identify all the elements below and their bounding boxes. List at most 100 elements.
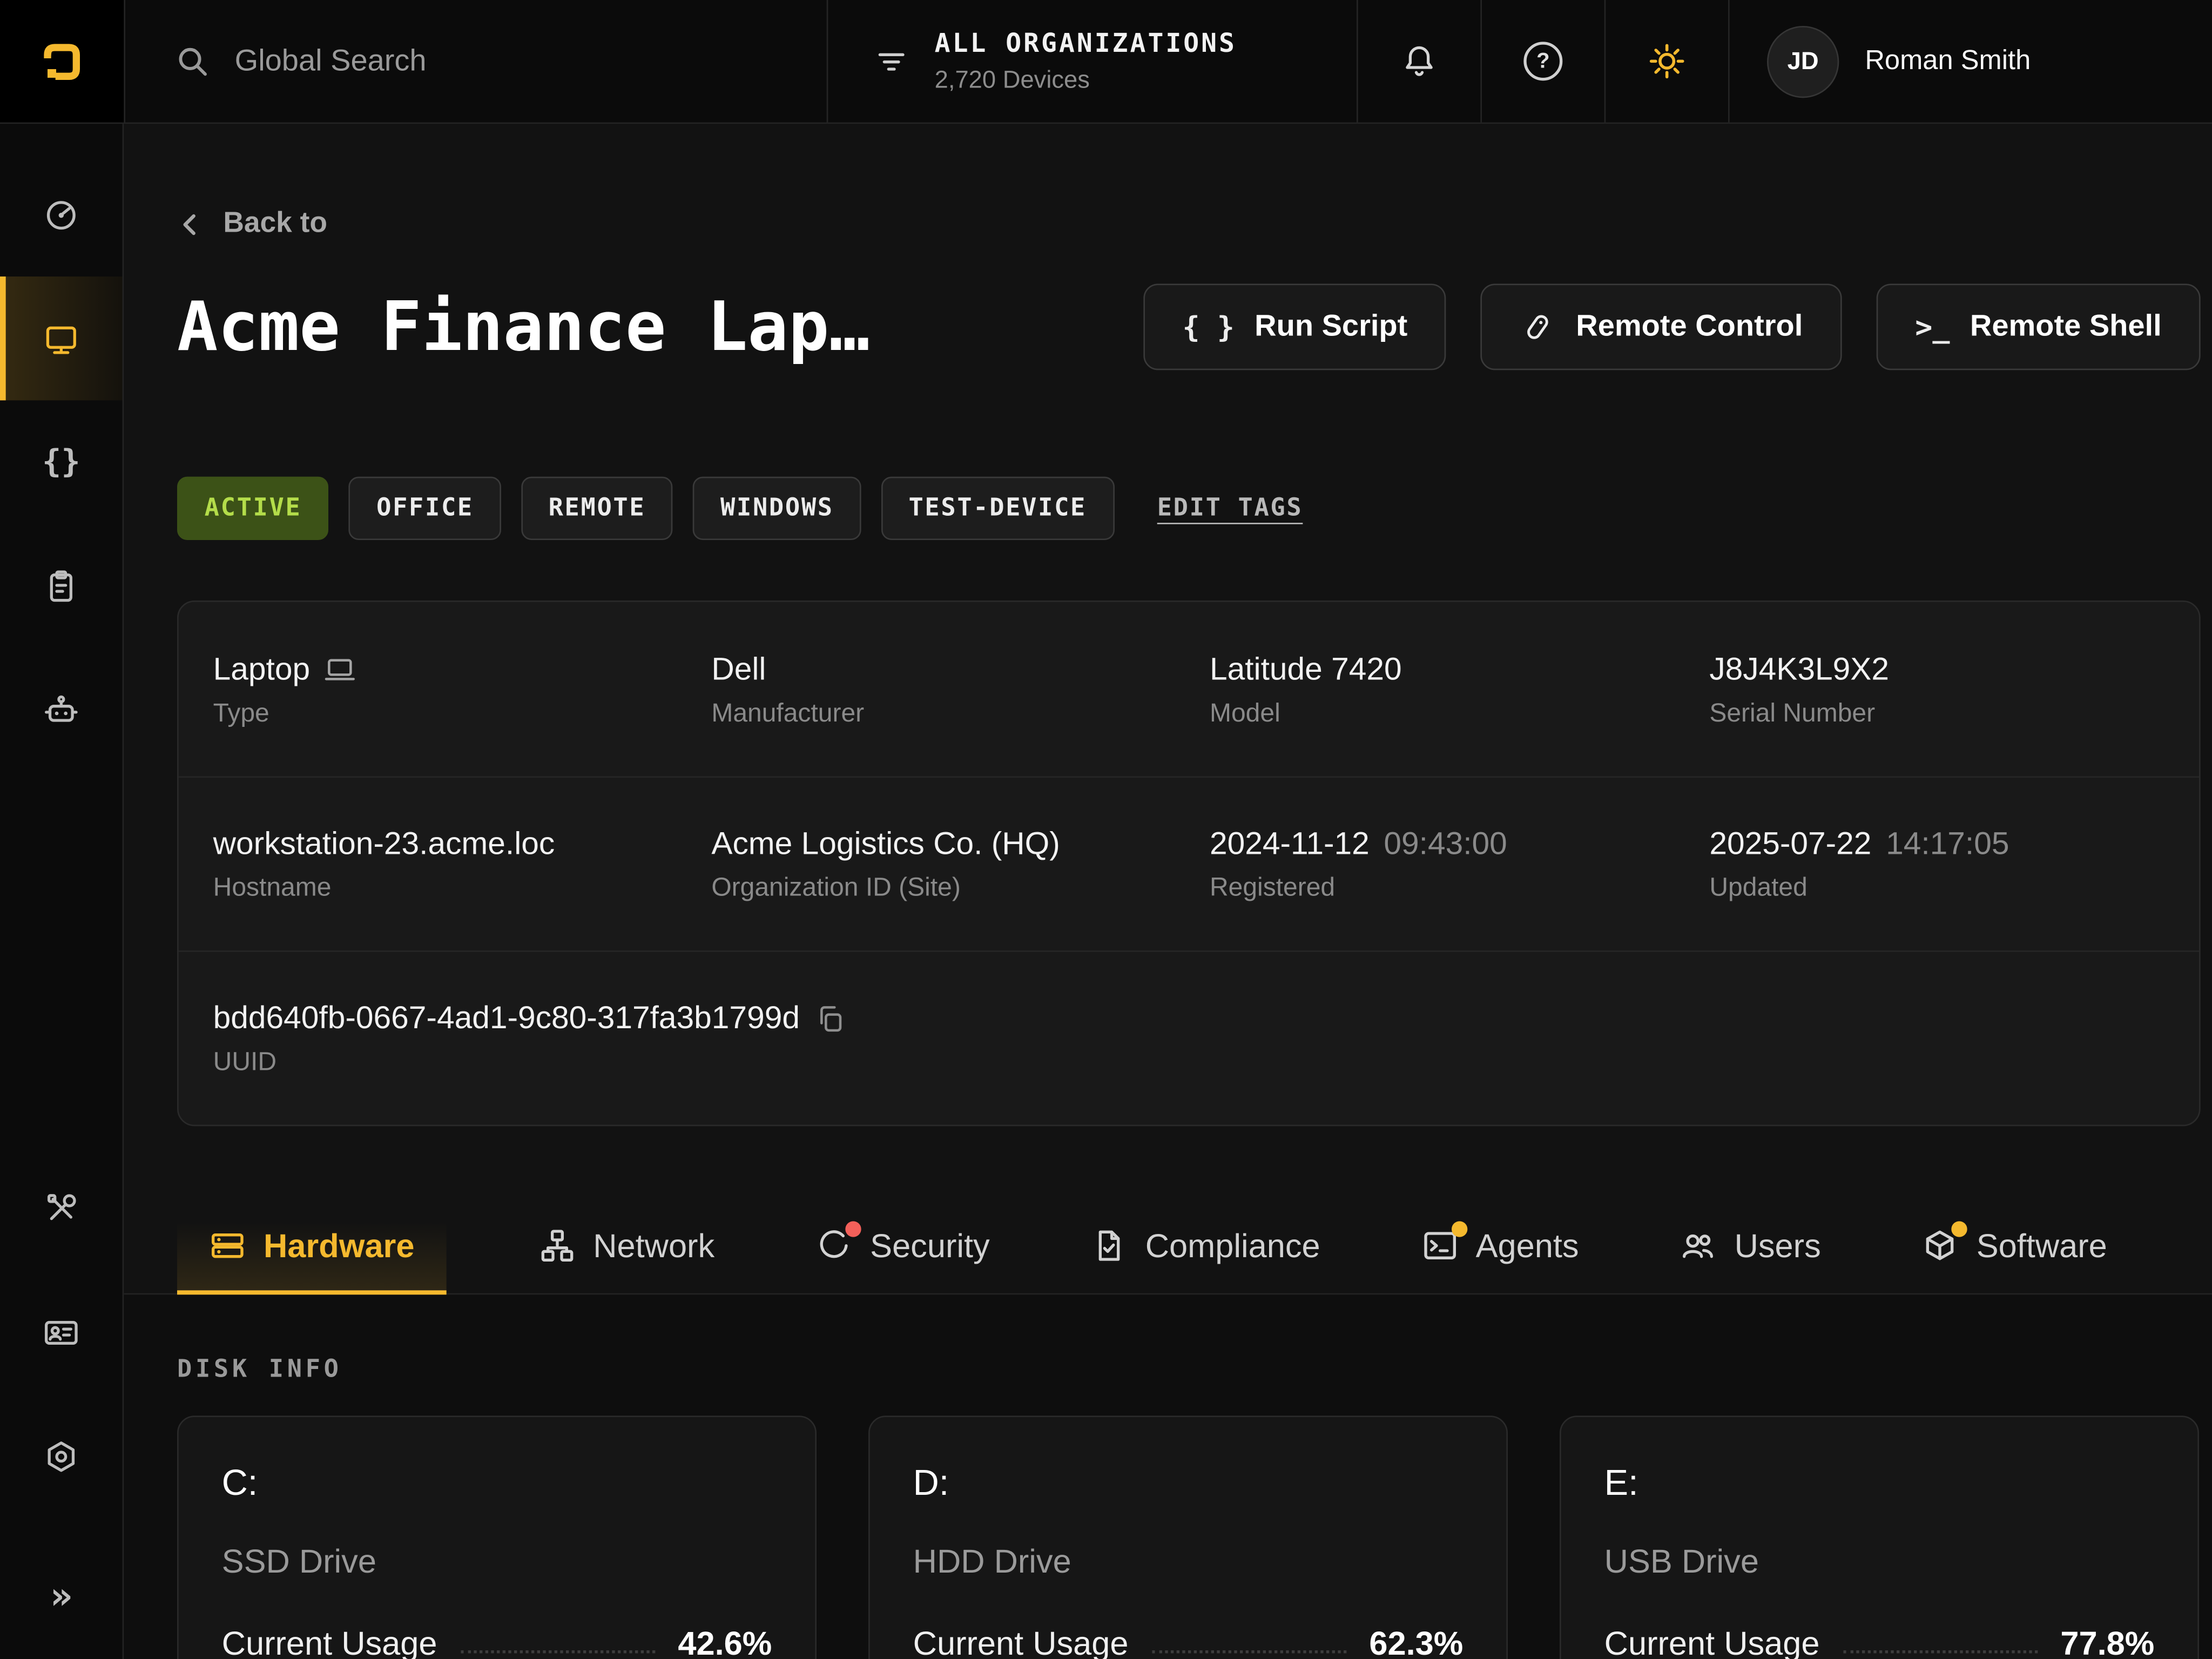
tab-compliance[interactable]: Compliance xyxy=(1082,1198,1328,1293)
org-device-count: 2,720 Devices xyxy=(935,65,1237,94)
tab-agents[interactable]: Agents xyxy=(1412,1198,1587,1293)
user-menu[interactable]: JD Roman Smith xyxy=(1730,0,2212,123)
remote-shell-button[interactable]: >_ Remote Shell xyxy=(1876,284,2200,370)
sidebar-item-settings[interactable] xyxy=(0,1394,123,1518)
run-script-button[interactable]: { } Run Script xyxy=(1144,284,1447,370)
laptop-icon xyxy=(325,653,356,685)
app-logo[interactable] xyxy=(0,0,124,123)
alert-dot xyxy=(846,1221,861,1237)
robot-icon xyxy=(42,691,80,730)
bell-icon xyxy=(1400,42,1439,80)
disk-type: USB Drive xyxy=(1604,1542,2155,1581)
sidebar-item-dashboard[interactable] xyxy=(0,153,123,276)
tab-users[interactable]: Users xyxy=(1671,1198,1830,1293)
sidebar-item-devices[interactable] xyxy=(0,276,123,400)
sidebar-spacer xyxy=(0,772,123,1146)
copy-uuid-button[interactable] xyxy=(814,1002,846,1034)
notification-dot xyxy=(1952,1221,1967,1237)
back-link[interactable]: Back to xyxy=(177,207,327,240)
search-placeholder: Global Search xyxy=(235,44,427,78)
sidebar-item-policies[interactable] xyxy=(0,524,123,648)
tags-row: ACTIVE OFFICE REMOTE WINDOWS TEST-DEVICE… xyxy=(177,477,2201,540)
tag-test-device: TEST-DEVICE xyxy=(881,477,1114,540)
tab-security[interactable]: Security xyxy=(807,1198,999,1293)
help-button[interactable]: ? xyxy=(1482,0,1604,123)
tag-remote: REMOTE xyxy=(521,477,673,540)
detail-manufacturer: Dell Manufacturer xyxy=(711,650,1210,728)
org-selector[interactable]: ALL ORGANIZATIONS 2,720 Devices xyxy=(828,0,1357,123)
remote-control-button[interactable]: Remote Control xyxy=(1481,284,1842,370)
sidebar-collapse-button[interactable]: » xyxy=(0,1535,123,1659)
avatar: JD xyxy=(1767,25,1839,97)
chevrons-right-icon: » xyxy=(50,1575,72,1618)
sidebar-item-tools[interactable] xyxy=(0,1147,123,1270)
users-icon xyxy=(1680,1227,1717,1264)
disk-card-e: E: USB Drive Current Usage 77.8% xyxy=(1560,1415,2199,1659)
usage-value: 77.8% xyxy=(2060,1624,2154,1659)
detail-serial-number: J8J4K3L9X2 Serial Number xyxy=(1709,650,2164,728)
tag-windows: WINDOWS xyxy=(693,477,861,540)
security-icon xyxy=(815,1227,853,1264)
terminal-prompt-icon: >_ xyxy=(1915,309,1950,344)
theme-toggle-button[interactable] xyxy=(1606,0,1728,123)
disk-name: E: xyxy=(1604,1463,2155,1505)
dotted-leader xyxy=(460,1650,655,1653)
notifications-button[interactable] xyxy=(1358,0,1481,123)
back-label: Back to xyxy=(223,207,327,240)
disk-type: HDD Drive xyxy=(913,1542,1464,1581)
usage-label: Current Usage xyxy=(222,1624,437,1659)
disk-type: SSD Drive xyxy=(222,1542,772,1581)
disk-name: C: xyxy=(222,1463,772,1505)
compliance-icon xyxy=(1090,1227,1128,1264)
tools-icon xyxy=(42,1189,80,1228)
dotted-leader xyxy=(1151,1650,1346,1653)
braces-icon: { } xyxy=(1183,309,1235,344)
org-selector-label: ALL ORGANIZATIONS xyxy=(935,28,1237,58)
detail-uuid: bdd640fb-0667-4ad1-9c80-317fa3b1799d xyxy=(213,1000,2164,1077)
disk-name: D: xyxy=(913,1463,1464,1505)
tab-network[interactable]: Network xyxy=(530,1198,723,1293)
search-icon xyxy=(174,43,212,80)
user-name: Roman Smith xyxy=(1865,45,2031,77)
tag-active: ACTIVE xyxy=(177,477,329,540)
hardware-icon xyxy=(209,1227,246,1264)
software-package-icon xyxy=(1921,1227,1959,1264)
usage-value: 42.6% xyxy=(678,1624,772,1659)
braces-icon: {} xyxy=(42,444,80,481)
tab-hardware[interactable]: Hardware xyxy=(177,1198,446,1293)
topbar: Global Search ALL ORGANIZATIONS 2,720 De… xyxy=(0,0,2212,124)
gear-icon xyxy=(42,1437,80,1475)
detail-hostname: workstation-23.acme.loc Hostname xyxy=(213,825,712,903)
network-icon xyxy=(538,1227,576,1264)
sidebar-item-scripting[interactable]: {} xyxy=(0,400,123,524)
detail-registered: 2024-11-1209:43:00 Registered xyxy=(1210,825,1709,903)
sidebar-item-contacts[interactable] xyxy=(0,1270,123,1394)
tab-software[interactable]: Software xyxy=(1913,1198,2115,1293)
edit-tags-link[interactable]: EDIT TAGS xyxy=(1157,494,1303,523)
page-title: Acme Finance Lap… xyxy=(177,287,870,367)
copy-icon xyxy=(814,1002,846,1034)
usage-label: Current Usage xyxy=(1604,1624,1820,1659)
detail-organization: Acme Logistics Co. (HQ) Organization ID … xyxy=(711,825,1210,903)
detail-model: Latitude 7420 Model xyxy=(1210,650,1709,728)
usage-value: 62.3% xyxy=(1369,1624,1463,1659)
disk-card-d: D: HDD Drive Current Usage 62.3% xyxy=(868,1415,1508,1659)
usage-label: Current Usage xyxy=(913,1624,1129,1659)
disk-info-heading: DISK INFO xyxy=(177,1355,2201,1384)
monitor-icon xyxy=(42,319,80,358)
dashboard-icon xyxy=(42,195,80,234)
remote-control-icon xyxy=(1520,309,1556,345)
help-icon: ? xyxy=(1523,42,1562,80)
detail-type: Laptop Type xyxy=(213,650,712,728)
global-search[interactable]: Global Search xyxy=(125,0,827,123)
device-details-card: Laptop Type Dell Manufac xyxy=(177,601,2201,1126)
dotted-leader xyxy=(1843,1650,2038,1653)
tag-office: OFFICE xyxy=(349,477,501,540)
filter-icon xyxy=(874,44,909,78)
sidebar: {} xyxy=(0,124,124,1659)
sidebar-item-automation[interactable] xyxy=(0,648,123,772)
brand-pixel-logo-icon xyxy=(36,35,88,87)
detail-updated: 2025-07-2214:17:05 Updated xyxy=(1709,825,2164,903)
notification-dot xyxy=(1451,1221,1467,1237)
disk-card-c: C: SSD Drive Current Usage 42.6% xyxy=(177,1415,817,1659)
